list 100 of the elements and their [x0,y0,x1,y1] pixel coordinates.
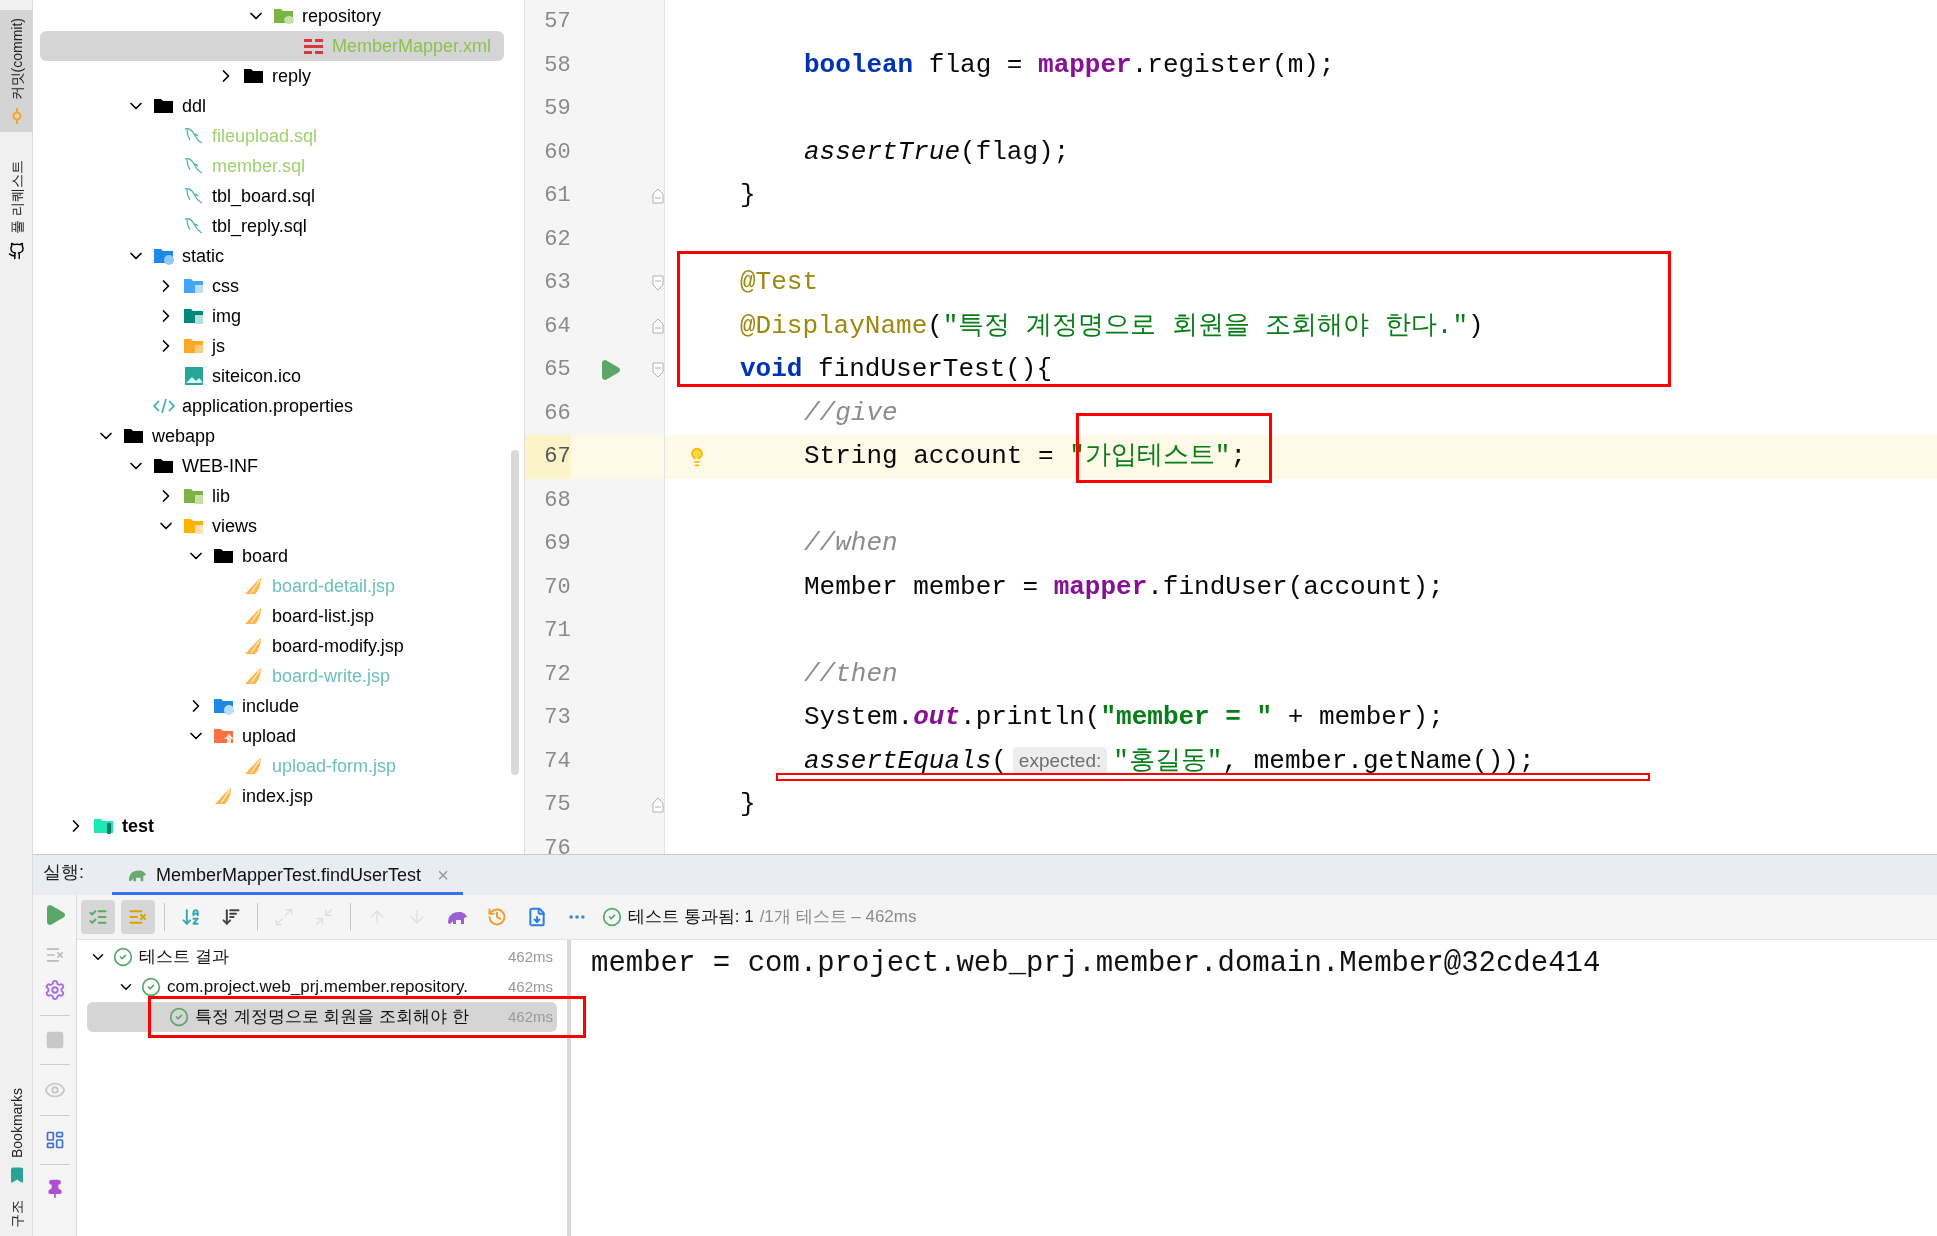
test-result-item[interactable]: 테스트 결과 462ms [87,942,557,972]
test-summary: /1개 테스트 – 462ms [759,906,917,929]
tree-item[interactable]: board-modify.jsp [40,631,504,661]
github-icon [7,242,26,261]
fold-icon[interactable] [652,187,664,204]
tool-window-tab[interactable]: Bookmarks [0,1079,33,1192]
tree-item[interactable]: repository [40,1,504,31]
tool-window-tab[interactable]: 풀 리퀘스트 [0,152,33,269]
database-folder-icon [273,6,295,26]
image-file-icon [183,366,205,386]
code-line: //when [804,527,898,561]
image-folder-icon [183,306,205,326]
check-circle-icon [141,977,161,997]
tree-item[interactable]: views [40,511,504,541]
settings-icon[interactable] [43,979,66,1001]
folder-icon [123,426,145,446]
test-status: 테스트 통과됨: 1 [628,906,754,929]
tree-item[interactable]: reply [40,61,504,91]
run-label: 실행: [43,861,84,884]
line-number: 60 [543,138,571,167]
code-line: } [740,788,756,822]
line-number: 61 [543,182,571,211]
code-line: @Test [740,266,818,300]
dolphin-icon [183,156,205,176]
code-line: assertTrue(flag); [804,135,1070,169]
line-number: 74 [543,747,571,776]
tree-item[interactable]: board [40,541,504,571]
line-number: 70 [543,573,571,602]
library-folder-icon [183,486,205,506]
tree-item[interactable]: img [40,301,504,331]
fold-icon[interactable] [652,318,664,335]
tool-window-tab[interactable]: 커밋(commit) [0,10,33,133]
line-number: 76 [543,834,571,854]
test-result-item[interactable]: com.project.web_prj.member.repository. 462ms [87,972,557,1002]
tree-item[interactable]: js [40,331,504,361]
code-line: System.out.println("member = " + member); [804,701,1444,735]
folder-icon [213,546,235,566]
code-line: @DisplayName("특정 계정명으로 회원을 조회해야 한다.") [740,309,1484,343]
tree-item[interactable]: static [40,241,504,271]
code-line: //then [804,657,898,691]
js-folder-icon [183,336,205,356]
scrollbar[interactable] [511,450,519,775]
line-number: 69 [543,530,571,559]
xml-file-icon [303,36,325,56]
fold-icon[interactable] [652,274,664,291]
web-folder-icon [153,246,175,266]
code-line: } [740,179,756,213]
code-tags-icon [153,396,175,416]
line-number: 57 [543,8,571,37]
tree-item[interactable]: css [40,271,504,301]
tree-item[interactable]: include [40,691,504,721]
folder-icon [153,456,175,476]
tree-item[interactable]: tbl_reply.sql [40,211,504,241]
code-line: //give [804,396,898,430]
code-line: Member member = mapper.findUser(account); [804,570,1444,604]
check-circle-icon [602,907,622,927]
views-folder-icon [183,516,205,536]
list-check-icon[interactable] [81,900,115,934]
fold-icon[interactable] [652,361,664,378]
tree-item[interactable]: test [40,811,504,841]
line-number: 63 [543,269,571,298]
tree-item[interactable]: webapp [40,421,504,451]
code-line: boolean flag = mapper.register(m); [804,48,1335,82]
line-number: 62 [543,225,571,254]
check-circle-icon [113,947,133,967]
line-number: 73 [543,704,571,733]
line-number: 58 [543,51,571,80]
line-number: 66 [543,399,571,428]
console-output: member = com.project.web_prj.member.domain.Member@32cde414 [591,946,1602,982]
line-number: 59 [543,95,571,124]
tree-item[interactable]: lib [40,481,504,511]
line-number: 67 [525,435,571,479]
line-number: 72 [543,660,571,689]
dolphin-icon [183,126,205,146]
tree-item[interactable]: WEB-INF [40,451,504,481]
folder-icon [243,66,265,86]
line-number: 71 [543,617,571,646]
tree-item[interactable]: ddl [40,91,504,121]
dolphin-icon [183,216,205,236]
layout-icon[interactable] [44,1130,65,1150]
tree-item[interactable]: siteicon.ico [40,361,504,391]
tree-item[interactable]: board-list.jsp [40,601,504,631]
tree-item[interactable]: application.properties [40,391,504,421]
dolphin-icon [183,186,205,206]
tree-item[interactable]: tbl_board.sql [40,181,504,211]
fold-icon[interactable] [652,796,664,813]
tree-item[interactable]: index.jsp [40,781,504,811]
upload-folder-icon [213,726,235,746]
commit-icon [10,108,23,125]
line-number: 68 [543,486,571,515]
code-line: assertEquals( expected: "홍길동", member.getName()); [804,744,1535,778]
css-folder-icon [183,276,205,296]
check-circle-icon [169,1007,189,1027]
tool-window-tab[interactable]: 구조 [0,1192,33,1236]
include-folder-icon [213,696,235,716]
test-result-item[interactable]: 특정 계정명으로 회원을 조회해야 한 462ms [87,1002,557,1032]
code-line: void findUserTest(){ [740,353,1053,387]
line-number: 65 [543,356,571,385]
tree-item[interactable]: upload [40,721,504,751]
folder-icon [153,96,175,116]
